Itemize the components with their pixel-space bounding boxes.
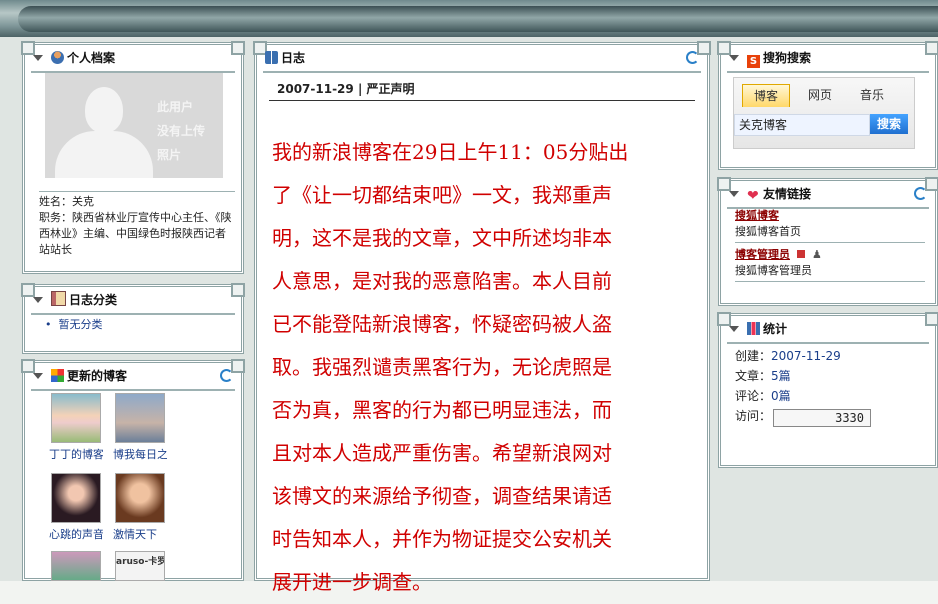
collapse-triangle-icon[interactable]: [33, 55, 43, 61]
avatar-head-shape: [85, 87, 123, 133]
search-tab-web[interactable]: 网页: [798, 84, 842, 106]
blog-thumbnail[interactable]: [51, 393, 101, 443]
sogou-logo-icon: S: [747, 55, 760, 68]
stats-panel-title: 统计: [727, 316, 929, 344]
search-box: 博客 网页 音乐 关克博客 搜索: [733, 77, 915, 149]
person-icon: ♟: [812, 248, 822, 261]
collapse-triangle-icon[interactable]: [729, 326, 739, 332]
links-panel-title: ❤ 友情链接: [727, 181, 929, 209]
user-icon: [51, 51, 64, 64]
links-list: 搜狐博客 搜狐博客首页 博客管理员 ♟ 搜狐博客管理员: [735, 207, 925, 282]
search-input[interactable]: 关克博客: [734, 114, 870, 136]
search-button[interactable]: 搜索: [870, 114, 908, 134]
blog-thumbnail[interactable]: aruso-卡罗: [115, 551, 165, 581]
entry-header: 2007-11-29 | 严正声明: [269, 79, 695, 101]
blog-caption[interactable]: 激情天下: [113, 526, 167, 542]
collapse-triangle-icon[interactable]: [33, 297, 43, 303]
blog-panel-title: 日志: [263, 45, 701, 73]
category-item[interactable]: 暂无分类: [59, 318, 103, 331]
refresh-icon[interactable]: [686, 51, 699, 64]
stats-comments: 0篇: [771, 389, 791, 403]
bar-chart-icon: [747, 322, 760, 335]
stats-panel: 统计 创建：2007-11-29 文章：5篇 评论：0篇 访问： 3330: [717, 312, 938, 468]
search-panel: S 搜狗搜索 博客 网页 音乐 关克博客 搜索: [717, 41, 938, 170]
link-desc: 搜狐博客管理员: [735, 264, 812, 277]
heart-icon: ❤: [747, 188, 759, 204]
avatar-placeholder: 此用户 没有上传 照片: [45, 73, 223, 178]
refresh-icon[interactable]: [220, 369, 233, 382]
blog-caption[interactable]: 丁丁的博客: [49, 446, 103, 462]
category-panel-title: 日志分类: [31, 287, 235, 315]
entry-body: 我的新浪博客在29日上午11：05分贴出 了《让一切都结束吧》一文，我郑重声 明…: [272, 140, 629, 594]
link-desc: 搜狐博客首页: [735, 225, 801, 238]
search-tab-music[interactable]: 音乐: [850, 84, 894, 106]
profile-panel-title: 个人档案: [31, 45, 235, 73]
collapse-triangle-icon[interactable]: [33, 373, 43, 379]
visit-counter: 3330: [773, 409, 871, 427]
collapse-triangle-icon[interactable]: [729, 191, 739, 197]
refresh-icon[interactable]: [914, 187, 927, 200]
links-panel: ❤ 友情链接 搜狐博客 搜狐博客首页 博客管理员 ♟ 搜狐博客管理员: [717, 177, 938, 306]
category-list: • 暂无分类: [45, 317, 103, 333]
category-panel: 日志分类 • 暂无分类: [21, 283, 245, 354]
profile-panel: 个人档案 此用户 没有上传 照片 姓名：关克 职务：陕西省林业厅宣传中心主任、《…: [21, 41, 245, 274]
updated-blogs-panel: 更新的博客 丁丁的博客 博我每日之 心跳的声音 激情天下 aruso-卡罗: [21, 359, 245, 581]
entry-date: 2007-11-29: [277, 82, 354, 96]
blog-thumbnail[interactable]: [115, 393, 165, 443]
blog-thumbnail-label: aruso-卡罗: [116, 557, 164, 567]
top-banner-band: [18, 6, 938, 32]
badge-icon: [796, 250, 805, 258]
blog-thumbnail[interactable]: [51, 473, 101, 523]
blog-panel: 日志 2007-11-29 | 严正声明 我的新浪博客在29日上午11：05分贴…: [253, 41, 711, 594]
link-sohu-blog[interactable]: 搜狐博客: [735, 209, 779, 222]
stats-created: 2007-11-29: [771, 349, 841, 363]
avatar-text: 此用户 没有上传 照片: [157, 100, 206, 162]
search-tab-blog[interactable]: 博客: [742, 84, 790, 107]
stats-articles: 5篇: [771, 369, 791, 383]
avatar-body-shape: [55, 131, 153, 178]
top-banner: [0, 0, 938, 37]
bullet-icon: •: [45, 318, 52, 331]
blog-thumbnail[interactable]: [115, 473, 165, 523]
open-book-icon: [265, 51, 278, 64]
blog-caption[interactable]: 心跳的声音: [49, 526, 103, 542]
profile-info: 姓名：关克 职务：陕西省林业厅宣传中心主任、《陕西林业》主编、中国绿色时报陕西记…: [39, 191, 235, 258]
collapse-triangle-icon[interactable]: [729, 55, 739, 61]
link-blog-admin[interactable]: 博客管理员: [735, 248, 790, 261]
blog-thumbnail[interactable]: [51, 551, 101, 581]
search-panel-title: S 搜狗搜索: [727, 45, 929, 73]
profile-name: 关克: [72, 195, 94, 208]
blog-caption[interactable]: 博我每日之: [113, 446, 167, 462]
entry-title[interactable]: 严正声明: [367, 82, 415, 96]
book-list-icon: [51, 291, 66, 306]
grid-icon: [51, 369, 64, 382]
updated-blogs-panel-title: 更新的博客: [31, 363, 235, 391]
